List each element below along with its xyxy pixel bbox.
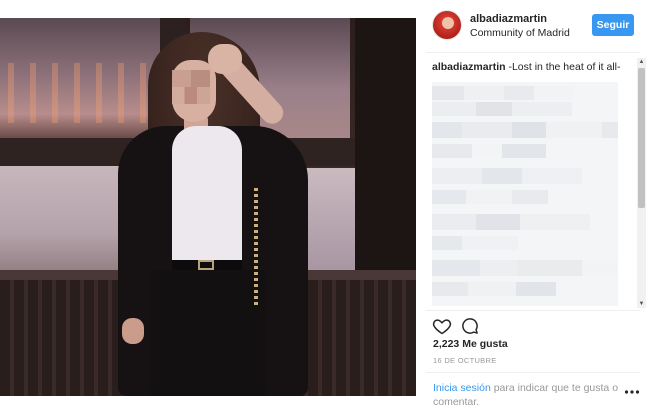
comments-scrollbar[interactable]: ▲ ▼ [637, 58, 646, 308]
scroll-down-icon[interactable]: ▼ [638, 300, 645, 308]
login-prompt: Inicia sesión para indicar que te gusta … [433, 381, 623, 409]
comment-icon[interactable] [460, 316, 480, 336]
more-options-icon[interactable] [624, 384, 640, 394]
person-pants [150, 270, 266, 396]
heart-icon[interactable] [432, 316, 452, 336]
caption-text: -Lost in the heat of it all- [505, 61, 621, 73]
blur-pattern [432, 82, 618, 306]
caption: albadiazmartin -Lost in the heat of it a… [432, 60, 632, 74]
belt-buckle [198, 260, 214, 270]
likes-count[interactable]: 2,223 Me gusta [433, 338, 508, 350]
scrollbar-thumb[interactable] [638, 68, 645, 208]
window-pane [300, 168, 360, 278]
scroll-up-icon[interactable]: ▲ [638, 58, 645, 66]
bag-chain [254, 188, 258, 308]
follow-button[interactable]: Seguir [592, 14, 634, 36]
caption-username[interactable]: albadiazmartin [432, 61, 506, 73]
divider [426, 372, 640, 373]
location-link[interactable]: Community of Madrid [470, 27, 570, 39]
divider [426, 52, 640, 53]
comments-list: albadiazmartin -Lost in the heat of it a… [432, 60, 632, 306]
post-date[interactable]: 16 DE OCTUBRE [433, 356, 497, 365]
avatar[interactable] [432, 10, 462, 40]
login-link[interactable]: Inicia sesión [433, 382, 491, 394]
blurred-comments [432, 82, 618, 306]
divider [426, 310, 640, 311]
person-shirt [172, 126, 242, 266]
person-hand [122, 318, 144, 344]
post-actions [432, 316, 492, 336]
post-photo[interactable] [0, 18, 416, 396]
person-hand [208, 44, 242, 74]
pixelated-face-blur [172, 70, 210, 104]
city-lights [0, 63, 160, 123]
username-link[interactable]: albadiazmartin [470, 13, 547, 25]
instagram-post: albadiazmartin Community of Madrid Segui… [0, 0, 650, 416]
post-header: albadiazmartin Community of Madrid Segui… [426, 10, 640, 46]
